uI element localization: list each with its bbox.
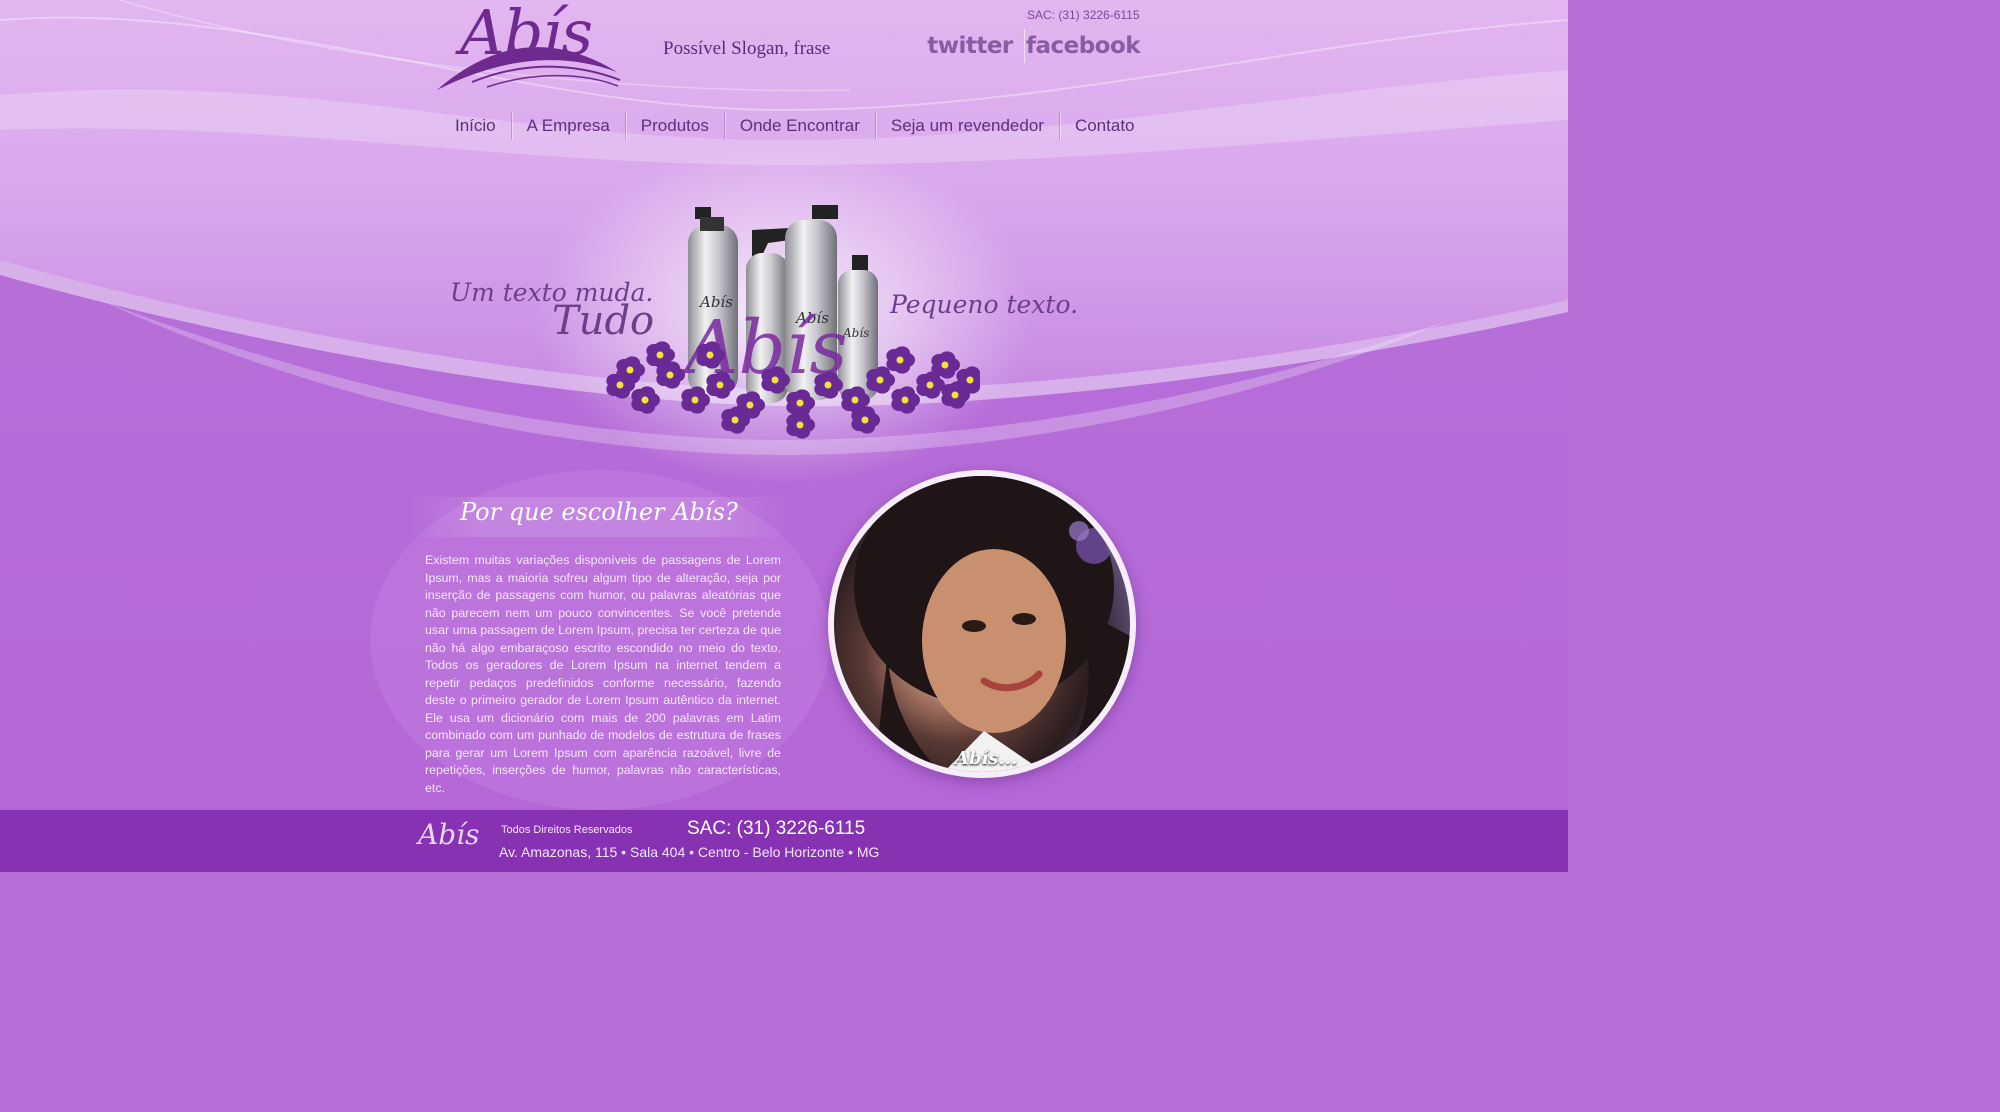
nav-item-seja-revendedor[interactable]: Seja um revendedor: [876, 112, 1060, 140]
nav-item-produtos[interactable]: Produtos: [626, 112, 725, 140]
nav-item-onde-encontrar[interactable]: Onde Encontrar: [725, 112, 876, 140]
footer-address: Av. Amazonas, 115 • Sala 404 • Centro - …: [499, 844, 880, 860]
facebook-link[interactable]: facebook: [1024, 29, 1141, 63]
model-photo-frame: Abís...: [828, 470, 1136, 778]
nav-item-inicio[interactable]: Início: [440, 112, 512, 140]
violet-flower: [631, 386, 660, 414]
violet-flower: [886, 346, 915, 374]
twitter-link[interactable]: twitter: [917, 29, 1023, 63]
main-nav: Início A Empresa Produtos Onde Encontrar…: [440, 112, 1150, 140]
product-banner: Abís Abís Abís Abís: [606, 205, 980, 439]
violet-flower: [616, 356, 645, 384]
model-photo: Abís...: [834, 476, 1130, 772]
violet-flower: [851, 406, 880, 434]
page: Abís Possível Slogan, frase SAC: (31) 32…: [0, 0, 1568, 872]
violet-flower: [891, 386, 920, 414]
sac-phone-header: SAC: (31) 3226-6115: [1027, 8, 1140, 22]
twitter-logo: twitter: [927, 33, 1013, 59]
violet-flower: [931, 351, 960, 379]
nav-item-contato[interactable]: Contato: [1060, 112, 1150, 140]
facebook-logo: facebook: [1025, 33, 1141, 59]
photo-signature: Abís...: [955, 748, 1018, 769]
nav-item-a-empresa[interactable]: A Empresa: [512, 112, 626, 140]
violet-flower: [786, 411, 815, 439]
violet-flower: [956, 366, 980, 394]
logo-text: Abís: [460, 0, 593, 69]
violet-flower: [866, 366, 895, 394]
about-title: Por que escolher Abís?: [460, 498, 738, 526]
footer-rights: Todos Direitos Reservados: [501, 824, 633, 836]
footer: Abís Todos Direitos Reservados SAC: (31)…: [0, 810, 1568, 872]
footer-sac-phone: SAC: (31) 3226-6115: [687, 818, 866, 839]
abis-logo[interactable]: Abís: [432, 0, 622, 94]
footer-logo: Abís: [418, 818, 480, 851]
slogan: Possível Slogan, frase: [663, 38, 831, 59]
model-portrait-illustration: [854, 476, 1130, 772]
about-text: Existem muitas variações disponíveis de …: [425, 553, 781, 795]
